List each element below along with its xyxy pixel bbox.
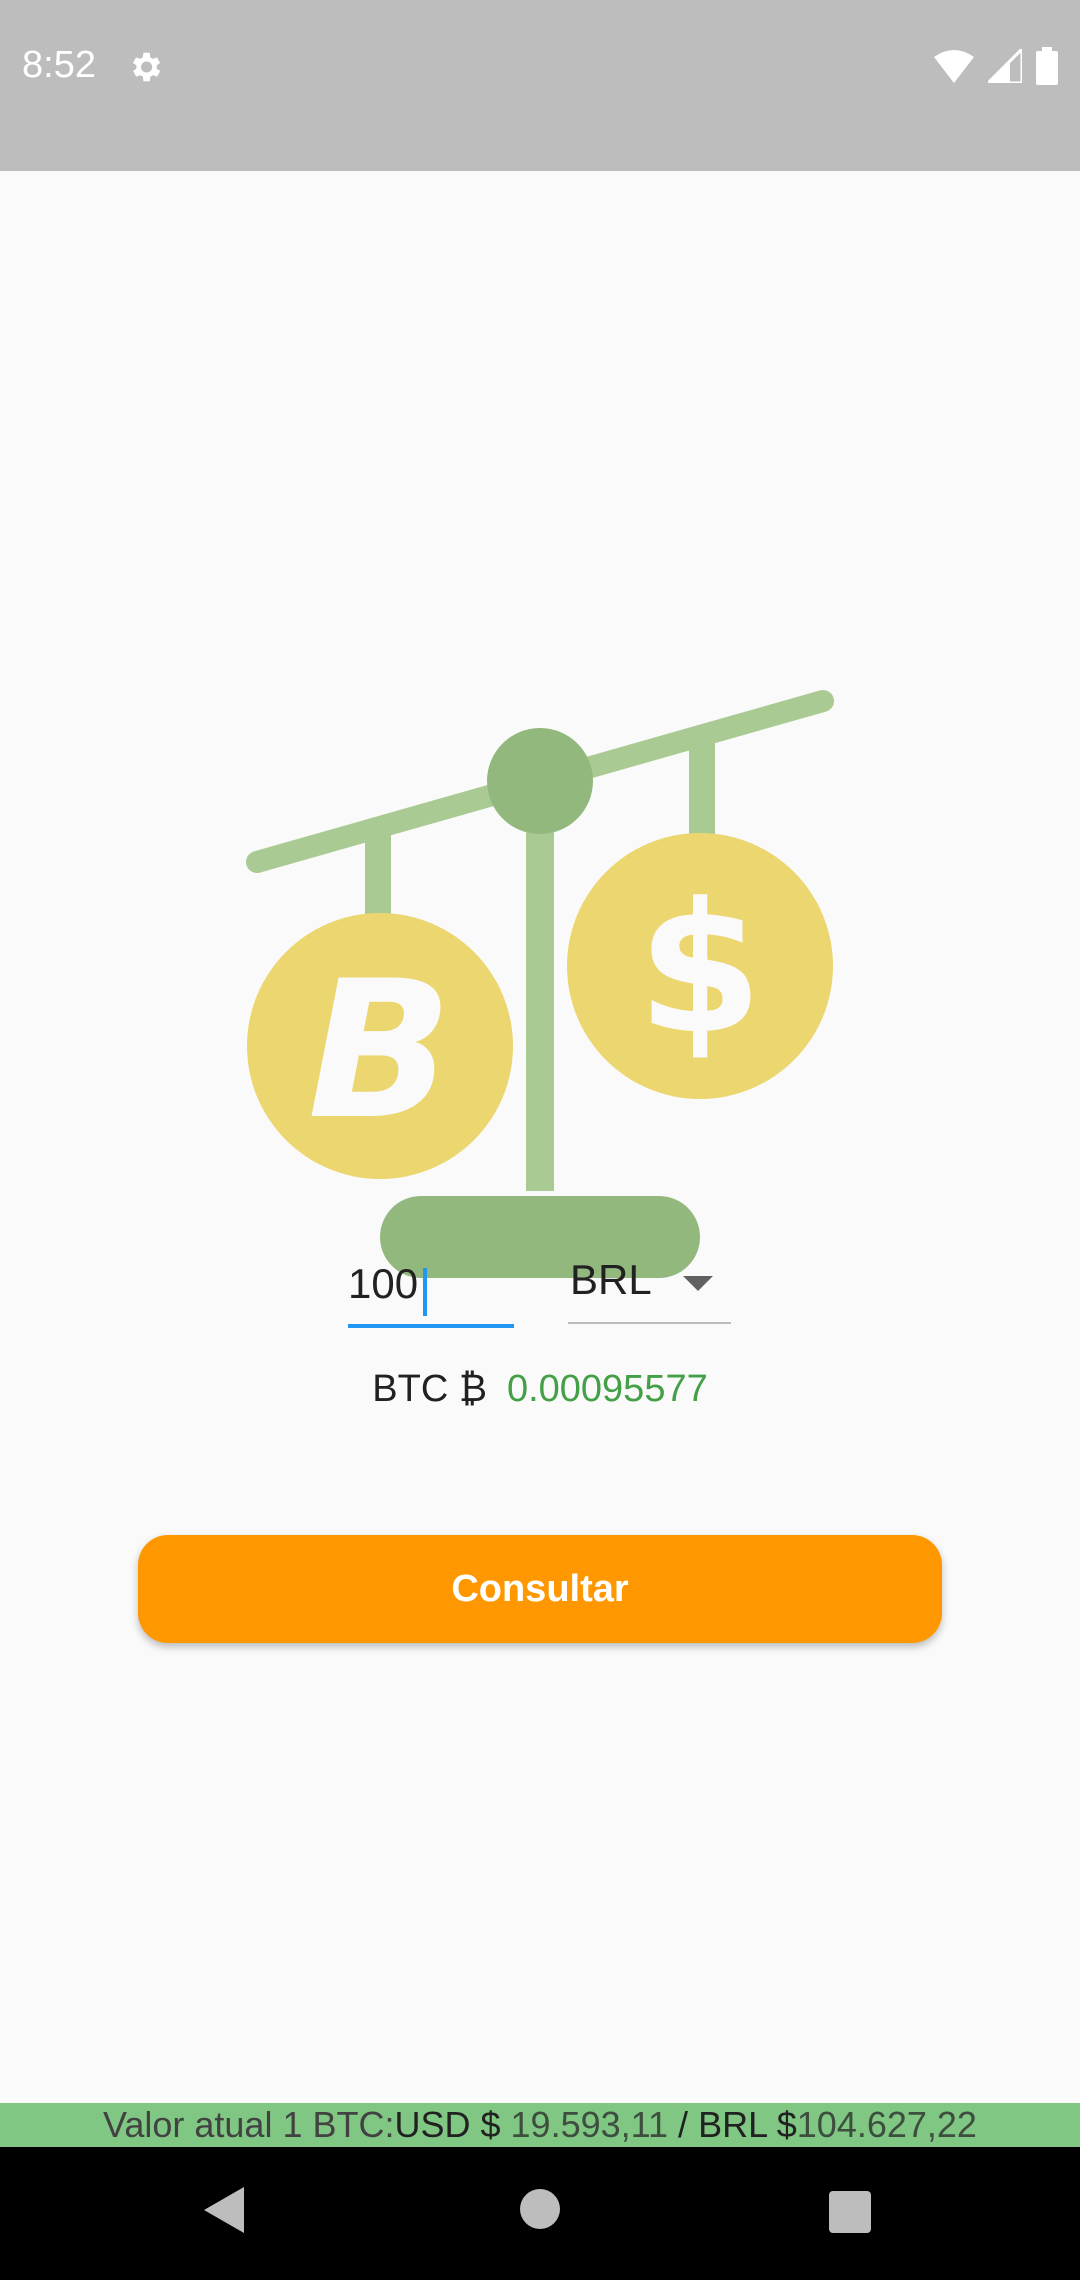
- ticker-brl-value: 104.627,22: [796, 2104, 977, 2145]
- navigation-bar: [0, 2147, 1080, 2280]
- result-value: 0.00095577: [506, 1368, 708, 1410]
- settings-icon: [126, 48, 164, 86]
- ticker-brl-prefix: BRL $: [698, 2104, 797, 2145]
- amount-input[interactable]: [348, 1250, 514, 1324]
- btc-price-ticker: Valor atual 1 BTC:USD $ 19.593,11 / BRL …: [0, 2103, 1080, 2147]
- ticker-usd-prefix: USD $: [394, 2104, 501, 2145]
- main-content: B $ BRL BTC ₿ 0.00095577 Consultar: [0, 171, 1080, 2103]
- consult-button[interactable]: Consultar: [138, 1535, 942, 1643]
- bitcoin-dollar-scale-illustration: B $: [243, 690, 834, 1278]
- text-caret: [423, 1268, 427, 1316]
- dropdown-arrow-icon: [683, 1276, 713, 1291]
- status-icons: [934, 46, 1058, 86]
- recents-icon[interactable]: [829, 2191, 871, 2233]
- signal-icon: [988, 49, 1022, 83]
- ticker-usd-value: 19.593,11: [510, 2104, 669, 2145]
- amount-input-field[interactable]: [348, 1250, 514, 1328]
- home-icon[interactable]: [520, 2189, 560, 2229]
- wifi-icon: [934, 49, 974, 83]
- currency-dropdown[interactable]: BRL: [568, 1248, 731, 1324]
- svg-text:$: $: [637, 865, 762, 1074]
- conversion-result: BTC ₿ 0.00095577: [0, 1368, 1080, 1411]
- ticker-label: Valor atual 1 BTC:: [103, 2104, 395, 2145]
- back-icon[interactable]: [204, 2187, 244, 2238]
- svg-text:B: B: [308, 940, 453, 1161]
- status-bar: 8:52: [0, 0, 1080, 171]
- status-time: 8:52: [22, 44, 96, 86]
- result-label: BTC ₿: [372, 1368, 487, 1410]
- currency-selected: BRL: [570, 1256, 652, 1303]
- ticker-separator: /: [678, 2104, 689, 2145]
- battery-icon: [1036, 47, 1058, 85]
